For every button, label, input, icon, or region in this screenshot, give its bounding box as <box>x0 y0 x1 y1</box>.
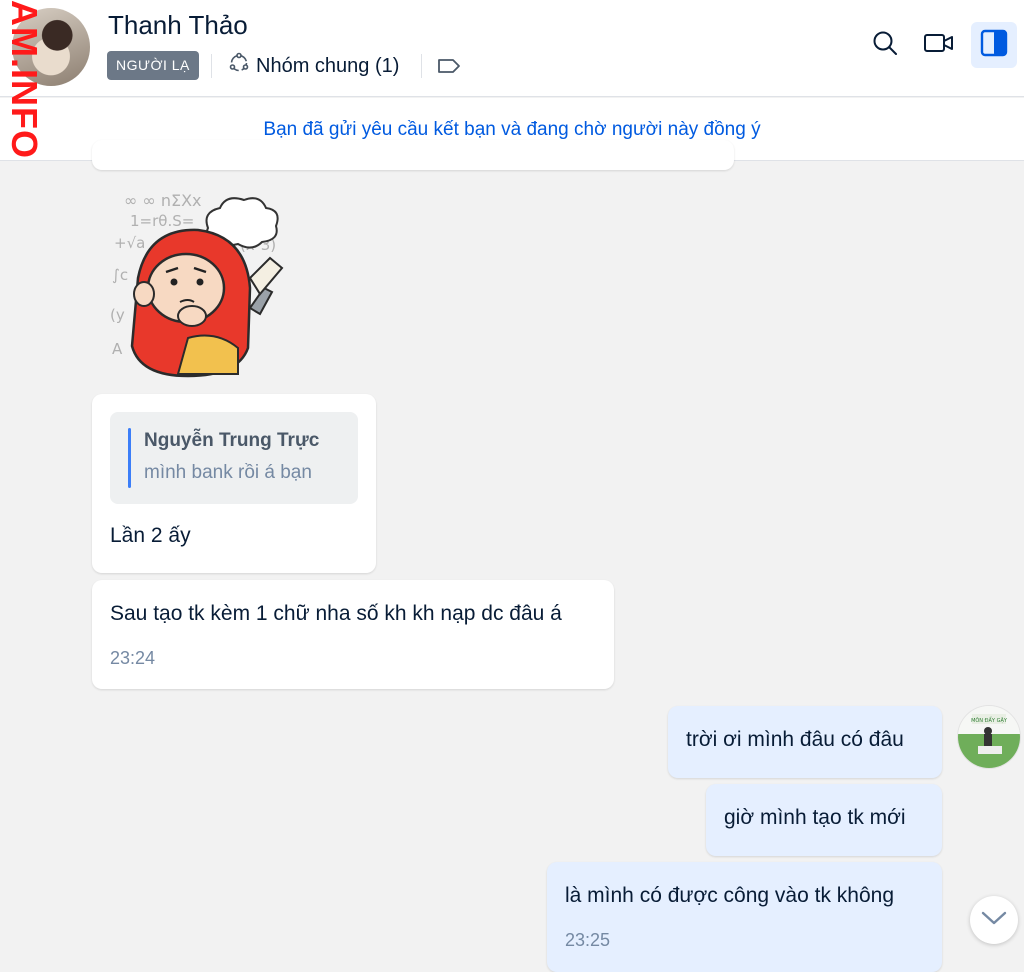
thinking-monkey-sticker[interactable]: ∞ ∞ nΣXx 1=rθ.S= +√a (x²3) ∫c (y A <box>108 188 298 378</box>
common-groups-link[interactable]: Nhóm chung (1) <box>228 52 399 80</box>
contact-name[interactable]: Thanh Thảo <box>108 10 248 41</box>
message-time: 23:25 <box>565 930 611 950</box>
svg-text:(y: (y <box>110 306 125 324</box>
sidebar-toggle-icon <box>980 29 1008 62</box>
search-button[interactable] <box>862 22 908 68</box>
my-avatar[interactable]: MÔN ĐẨY GẬY <box>958 706 1020 768</box>
quoted-message[interactable]: Nguyễn Trung Trực mình bank rồi á bạn <box>110 412 358 504</box>
message-bubble-outgoing[interactable]: là mình có được công vào tk không 23:25 <box>547 862 942 972</box>
scroll-to-bottom-button[interactable] <box>970 896 1018 944</box>
watermark: AM.INFO <box>4 0 45 159</box>
message-text: giờ mình tạo tk mới <box>724 806 906 829</box>
divider <box>421 54 422 78</box>
message-text: Lần 2 ấy <box>110 524 191 547</box>
stranger-badge: NGƯỜI LẠ <box>107 51 199 80</box>
divider <box>211 54 212 78</box>
svg-text:MÔN ĐẨY GẬY: MÔN ĐẨY GẬY <box>971 716 1008 724</box>
message-bubble-outgoing[interactable]: giờ mình tạo tk mới <box>706 784 942 856</box>
quote-bar <box>128 428 131 488</box>
svg-text:∫c: ∫c <box>112 266 128 284</box>
svg-text:+√a: +√a <box>114 234 145 252</box>
reply-message-bubble[interactable]: Nguyễn Trung Trực mình bank rồi á bạn Lầ… <box>92 394 376 573</box>
chevron-down-icon <box>981 910 1007 931</box>
search-icon <box>871 29 899 62</box>
message-bubble-partial <box>92 140 734 170</box>
quote-author: Nguyễn Trung Trực <box>144 430 320 451</box>
video-call-icon <box>923 31 955 60</box>
message-time: 23:24 <box>110 648 156 668</box>
video-call-button[interactable] <box>916 22 962 68</box>
common-groups-label: Nhóm chung (1) <box>256 54 400 77</box>
message-text: Sau tạo tk kèm 1 chữ nha số kh kh nạp dc… <box>110 602 562 625</box>
message-text: là mình có được công vào tk không <box>565 884 895 907</box>
chat-header: Thanh Thảo NGƯỜI LẠ Nhóm chung (1) <box>0 0 1024 97</box>
message-bubble-outgoing[interactable]: trời ơi mình đâu có đâu <box>668 706 942 778</box>
svg-text:A: A <box>112 340 123 358</box>
group-icon <box>228 52 250 80</box>
message-text: trời ơi mình đâu có đâu <box>686 728 904 751</box>
quote-text: mình bank rồi á bạn <box>144 462 312 483</box>
sidebar-toggle-button[interactable] <box>971 22 1017 68</box>
tag-icon[interactable] <box>437 56 461 81</box>
message-bubble-incoming[interactable]: Sau tạo tk kèm 1 chữ nha số kh kh nạp dc… <box>92 580 614 689</box>
svg-text:∞ ∞ nΣXx: ∞ ∞ nΣXx <box>124 191 202 210</box>
svg-text:1=rθ.S=: 1=rθ.S= <box>130 212 194 230</box>
